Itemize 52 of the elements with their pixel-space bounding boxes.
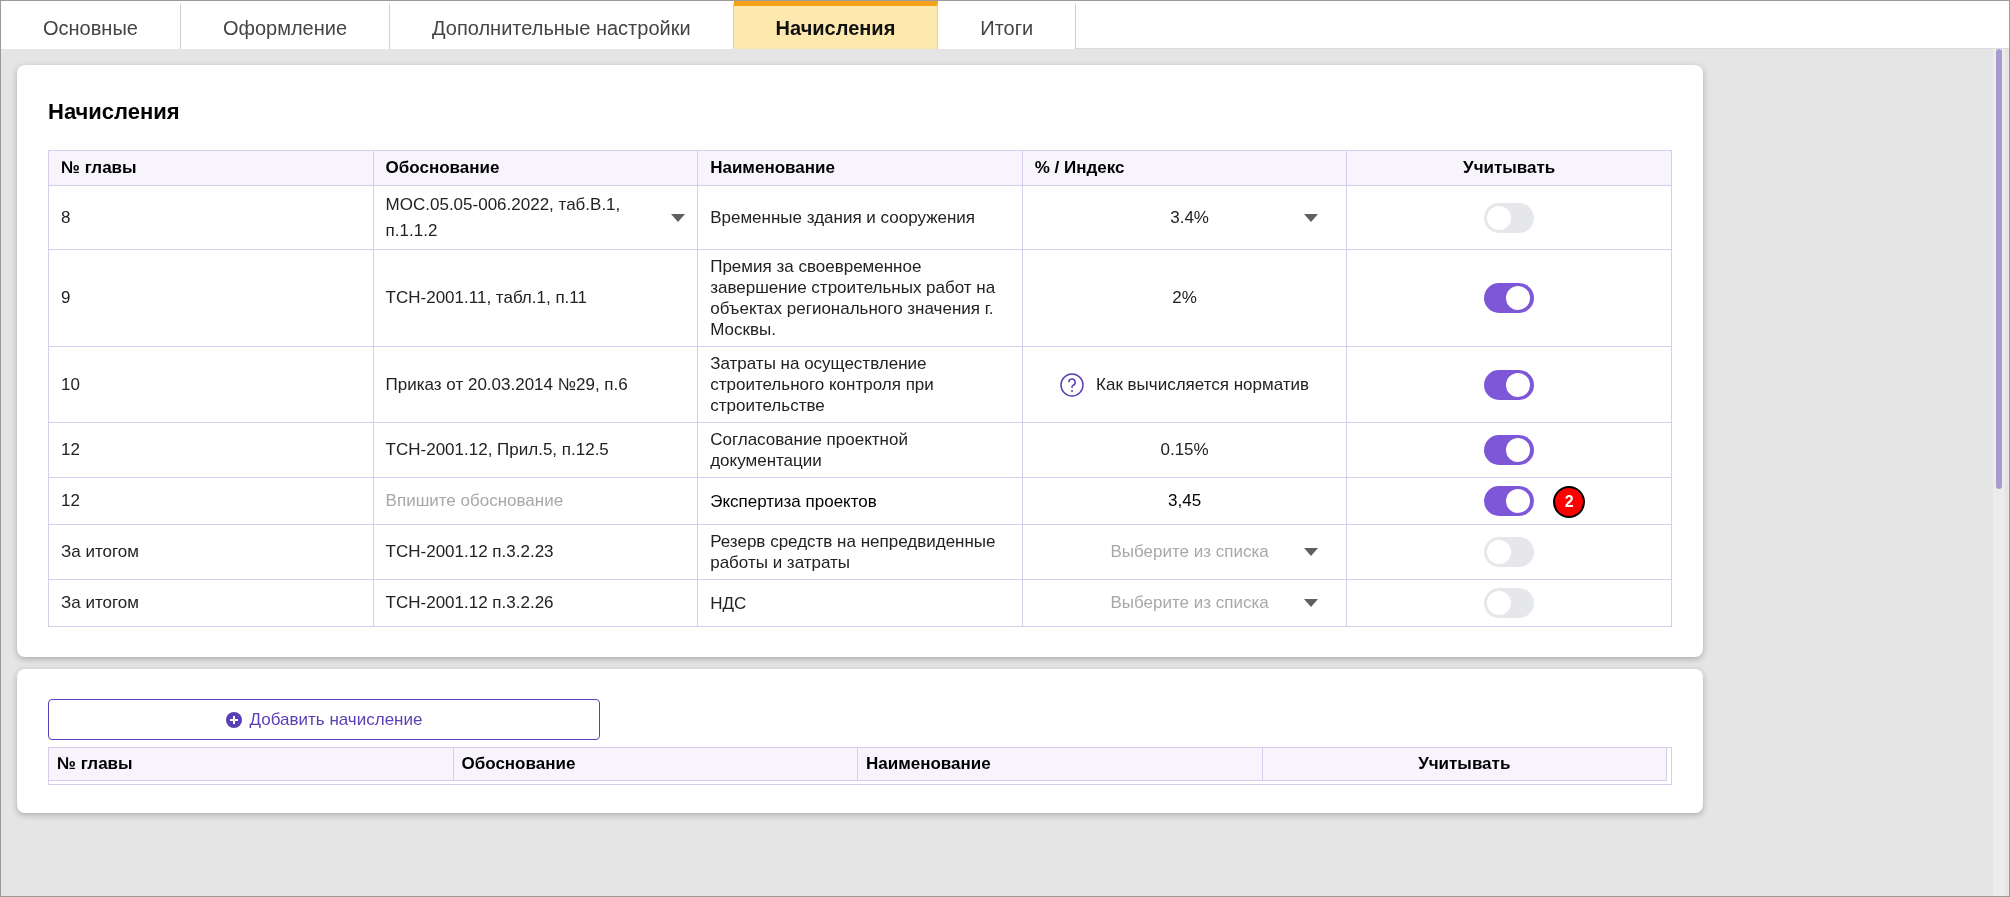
scrollbar[interactable]	[1993, 49, 2005, 896]
card-title: Начисления	[48, 98, 181, 126]
caret-icon	[1304, 599, 1319, 607]
name-text: Затраты на осуществление строительного контроля при строительстве	[710, 354, 934, 415]
column-header: № главы	[48, 150, 374, 186]
help-icon[interactable]	[1060, 372, 1085, 397]
tab[interactable]: Начисления	[733, 1, 939, 49]
name-text: Премия за своевременное завершение строительных работ на объектах регионального значения г. Москвы.	[710, 257, 996, 339]
include-toggle[interactable]	[1484, 588, 1535, 618]
tab[interactable]: Дополнительные настройки	[390, 1, 734, 49]
table-cell: За итогом	[48, 524, 374, 580]
caret-icon	[1304, 213, 1319, 222]
include-toggle[interactable]	[1484, 202, 1535, 233]
tab[interactable]: Итоги	[938, 1, 1077, 49]
percent-text: 0.15%	[1160, 439, 1209, 462]
table-cell: 10	[48, 346, 374, 423]
column-header: Учитывать	[1346, 150, 1672, 186]
column-header: № главы	[49, 748, 454, 781]
table-cell: 9	[48, 249, 374, 347]
include-toggle[interactable]	[1484, 486, 1535, 516]
column-header: Наименование	[697, 150, 1023, 186]
caret-icon	[1304, 548, 1319, 556]
basis-text: ТСН-2001.11, табл.1, п.11	[385, 288, 587, 308]
table-cell: 12	[48, 477, 374, 525]
basis-text: ТСН-2001.12 п.3.2.26	[385, 593, 554, 613]
column-header: Учитывать	[1262, 748, 1667, 781]
plus-icon	[225, 711, 242, 728]
name-text: НДС	[710, 593, 747, 613]
add-accrual-button[interactable]: Добавить начисление	[48, 699, 600, 740]
column-header: Обоснование	[373, 150, 698, 186]
name-text: Согласование проектной документации	[710, 430, 908, 470]
basis-text: ТСН-2001.12 п.3.2.23	[385, 542, 554, 562]
column-header: Наименование	[858, 748, 1263, 781]
caret-icon	[671, 213, 686, 222]
table-cell: За итогом	[48, 579, 374, 627]
column-header: Обоснование	[453, 748, 858, 781]
basis-text: Приказ от 20.03.2014 №29, п.6	[385, 374, 628, 394]
include-toggle[interactable]	[1484, 537, 1535, 567]
column-header: % / Индекс	[1022, 150, 1347, 186]
basis-text: ТСН-2001.12, Прил.5, п.12.5	[385, 440, 609, 460]
table-cell: 8	[48, 185, 374, 250]
name-text: Резерв средств на непредвиденные работы и затраты	[710, 532, 996, 572]
tab[interactable]: Основные	[1, 1, 181, 49]
tab[interactable]: Оформление	[180, 1, 391, 49]
table-cell: 12	[48, 422, 374, 478]
name-text: Временные здания и сооружения	[710, 208, 976, 227]
count-badge: 2	[1553, 486, 1586, 518]
include-toggle[interactable]	[1484, 283, 1535, 313]
percent-text: 2%	[1172, 287, 1197, 310]
include-toggle[interactable]	[1484, 369, 1535, 400]
percent-input[interactable]: 3,45	[1168, 488, 1202, 514]
include-toggle[interactable]	[1484, 435, 1535, 465]
